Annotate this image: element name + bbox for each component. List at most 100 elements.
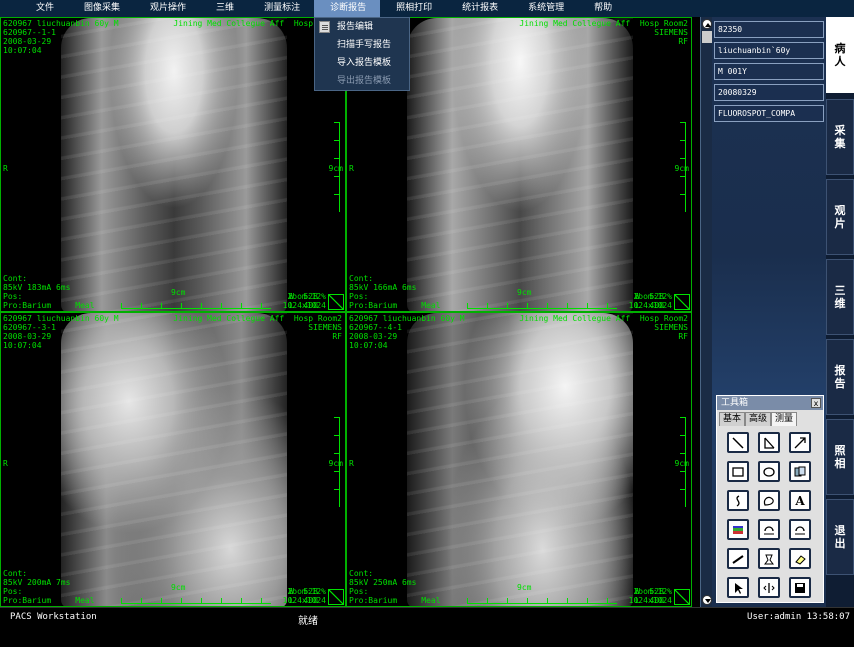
menu-item-8[interactable]: 系统管理 [512, 0, 578, 17]
vertical-ruler [680, 417, 686, 507]
toolbox-title-bar[interactable]: 工具箱 x [717, 396, 823, 410]
cine-corner-box[interactable] [674, 294, 690, 310]
eraser-icon [795, 554, 806, 565]
menu-bar: 文件 图像采集 观片操作 三维 测量标注 诊断报告 照相打印 统计报表 系统管理 帮助 [0, 0, 854, 17]
toolbox-close-button[interactable]: x [811, 398, 821, 408]
save-tool-button[interactable] [789, 577, 811, 598]
status-bar: PACS Workstation 就绪 User:admin 13:58:07 [0, 607, 854, 647]
dropdown-item-1[interactable]: 扫描手写报告 [315, 36, 409, 54]
overlay-footer-left: Cont: 85kV 183mA 6ms Pos: Pro:Barium Mea… [3, 274, 95, 310]
image-pane-3[interactable]: 620967 liuchuanbin 60y M 620967--3-1 200… [0, 312, 346, 607]
line-tool-button[interactable] [727, 432, 749, 453]
toolbox-tab-0[interactable]: 基本 [719, 412, 746, 426]
rib-overlay [407, 313, 633, 606]
menu-item-6[interactable]: 照相打印 [380, 0, 446, 17]
window-level-readout: W 528 L 400 [635, 292, 664, 310]
side-tab-label: 照相 [834, 444, 846, 470]
side-tab-4[interactable]: 报告 [826, 339, 854, 415]
image-pane-4[interactable]: 620967 liuchuanbin 60y M 620967--4-1 200… [346, 312, 692, 607]
viewer-scrollbar[interactable] [700, 17, 712, 607]
cine-corner-box[interactable] [674, 589, 690, 605]
copy-tool-button[interactable] [789, 461, 811, 482]
line-icon [732, 436, 744, 449]
menu-item-4[interactable]: 测量标注 [248, 0, 314, 17]
scale-label-center: 9cm [517, 583, 532, 592]
dropdown-item-2[interactable]: 导入报告模板 [315, 54, 409, 72]
toolbox-tab-1[interactable]: 高级 [745, 412, 772, 426]
pointer-tool-button[interactable] [727, 577, 749, 598]
overlay-header-right: Jining Med Collegue Aff Hosp Room2 SIEME… [173, 314, 342, 341]
overlay-footer-left: Cont: 85kV 200mA 7ms Pos: Pro:Barium Mea… [3, 569, 95, 605]
scroll-down-button[interactable] [702, 595, 712, 605]
ruler-icon [732, 554, 744, 564]
ellipse-tool-button[interactable] [758, 461, 780, 482]
text-tool-button[interactable]: A [789, 490, 811, 511]
overlay-header-left: 620967 liuchuanbin 60y M 620967--4-1 200… [349, 314, 465, 350]
patient-info-field-3: 20080329 [714, 84, 824, 101]
scroll-up-button[interactable] [702, 19, 712, 29]
copy-icon [794, 466, 806, 476]
scroll-grip[interactable] [702, 31, 712, 43]
patient-info-field-2: M 001Y [714, 63, 824, 80]
side-tab-label: 三维 [834, 284, 846, 310]
vertical-ruler [334, 417, 340, 507]
vertical-ruler [334, 122, 340, 212]
patient-info-field-1: liuchuanbin`60y [714, 42, 824, 59]
orientation-marker: R [349, 164, 354, 173]
freehand-area-tool-button[interactable] [758, 490, 780, 511]
vertical-ruler [680, 122, 686, 212]
rotate-right-icon [795, 525, 805, 534]
report-edit-icon [319, 21, 330, 33]
angle-tool-button[interactable] [758, 432, 780, 453]
side-tab-5[interactable]: 照相 [826, 419, 854, 495]
menu-item-0[interactable]: 文件 [20, 0, 68, 17]
rotate-right-tool-button[interactable] [789, 519, 811, 540]
side-tab-3[interactable]: 三维 [826, 259, 854, 335]
patient-info-field-4: FLUOROSPOT_COMPA [714, 105, 824, 122]
image-viewer[interactable]: 620967 liuchuanbin 60y M 620967--1-1 200… [0, 17, 700, 607]
side-tab-1[interactable]: 采集 [826, 99, 854, 175]
menu-item-1[interactable]: 图像采集 [68, 0, 134, 17]
window-level-readout: W 528 L 400 [289, 587, 318, 605]
window-level-readout: W 528 L 400 [635, 587, 664, 605]
toolbox-tabs: 基本 高级 测量 [719, 412, 821, 426]
side-tab-2[interactable]: 观片 [826, 179, 854, 255]
curve-icon [736, 494, 740, 507]
menu-item-3[interactable]: 三维 [200, 0, 248, 17]
color-bar-tool-button[interactable] [727, 519, 749, 540]
overlay-footer-left: Cont: 85kV 250mA 6ms Pos: Pro:Barium Mea… [349, 569, 441, 605]
side-tab-label: 观片 [834, 204, 846, 230]
orientation-marker: R [349, 459, 354, 468]
rotate-left-icon [764, 525, 774, 534]
side-tab-0[interactable]: 病人 [826, 17, 854, 93]
eraser-tool-button[interactable] [789, 548, 811, 569]
arrow-tool-button[interactable] [789, 432, 811, 453]
split-icon [763, 582, 775, 593]
rotate-left-tool-button[interactable] [758, 519, 780, 540]
orientation-marker: R [3, 164, 8, 173]
rib-overlay [61, 313, 287, 606]
side-tab-6[interactable]: 退出 [826, 499, 854, 575]
split-tool-button[interactable] [758, 577, 780, 598]
patient-info-field-0: 82350 [714, 21, 824, 38]
curve-tool-button[interactable] [727, 490, 749, 511]
overlay-footer-left: Cont: 85kV 166mA 6ms Pos: Pro:Barium Mea… [349, 274, 441, 310]
dropdown-item-0[interactable]: 报告编辑 [315, 18, 409, 36]
ruler-tool-button[interactable] [727, 548, 749, 569]
color-bar-icon [733, 525, 743, 534]
menu-item-5[interactable]: 诊断报告 [314, 0, 381, 17]
horizontal-ruler [467, 598, 617, 604]
status-app-name: PACS Workstation [10, 612, 97, 622]
rectangle-tool-button[interactable] [727, 461, 749, 482]
menu-item-2[interactable]: 观片操作 [134, 0, 200, 17]
overlay-header-right: Jining Med Collegue Aff Hosp Room2 SIEME… [519, 314, 688, 341]
stamp-tool-button[interactable] [758, 548, 780, 569]
menu-item-9[interactable]: 帮助 [578, 0, 626, 17]
cine-corner-box[interactable] [328, 589, 344, 605]
menu-item-7[interactable]: 统计报表 [446, 0, 512, 17]
text-icon: A [795, 493, 805, 508]
cine-corner-box[interactable] [328, 294, 344, 310]
side-tab-label: 病人 [834, 42, 846, 68]
toolbox-tab-2[interactable]: 测量 [771, 412, 798, 426]
image-pane-1[interactable]: 620967 liuchuanbin 60y M 620967--1-1 200… [0, 17, 346, 312]
